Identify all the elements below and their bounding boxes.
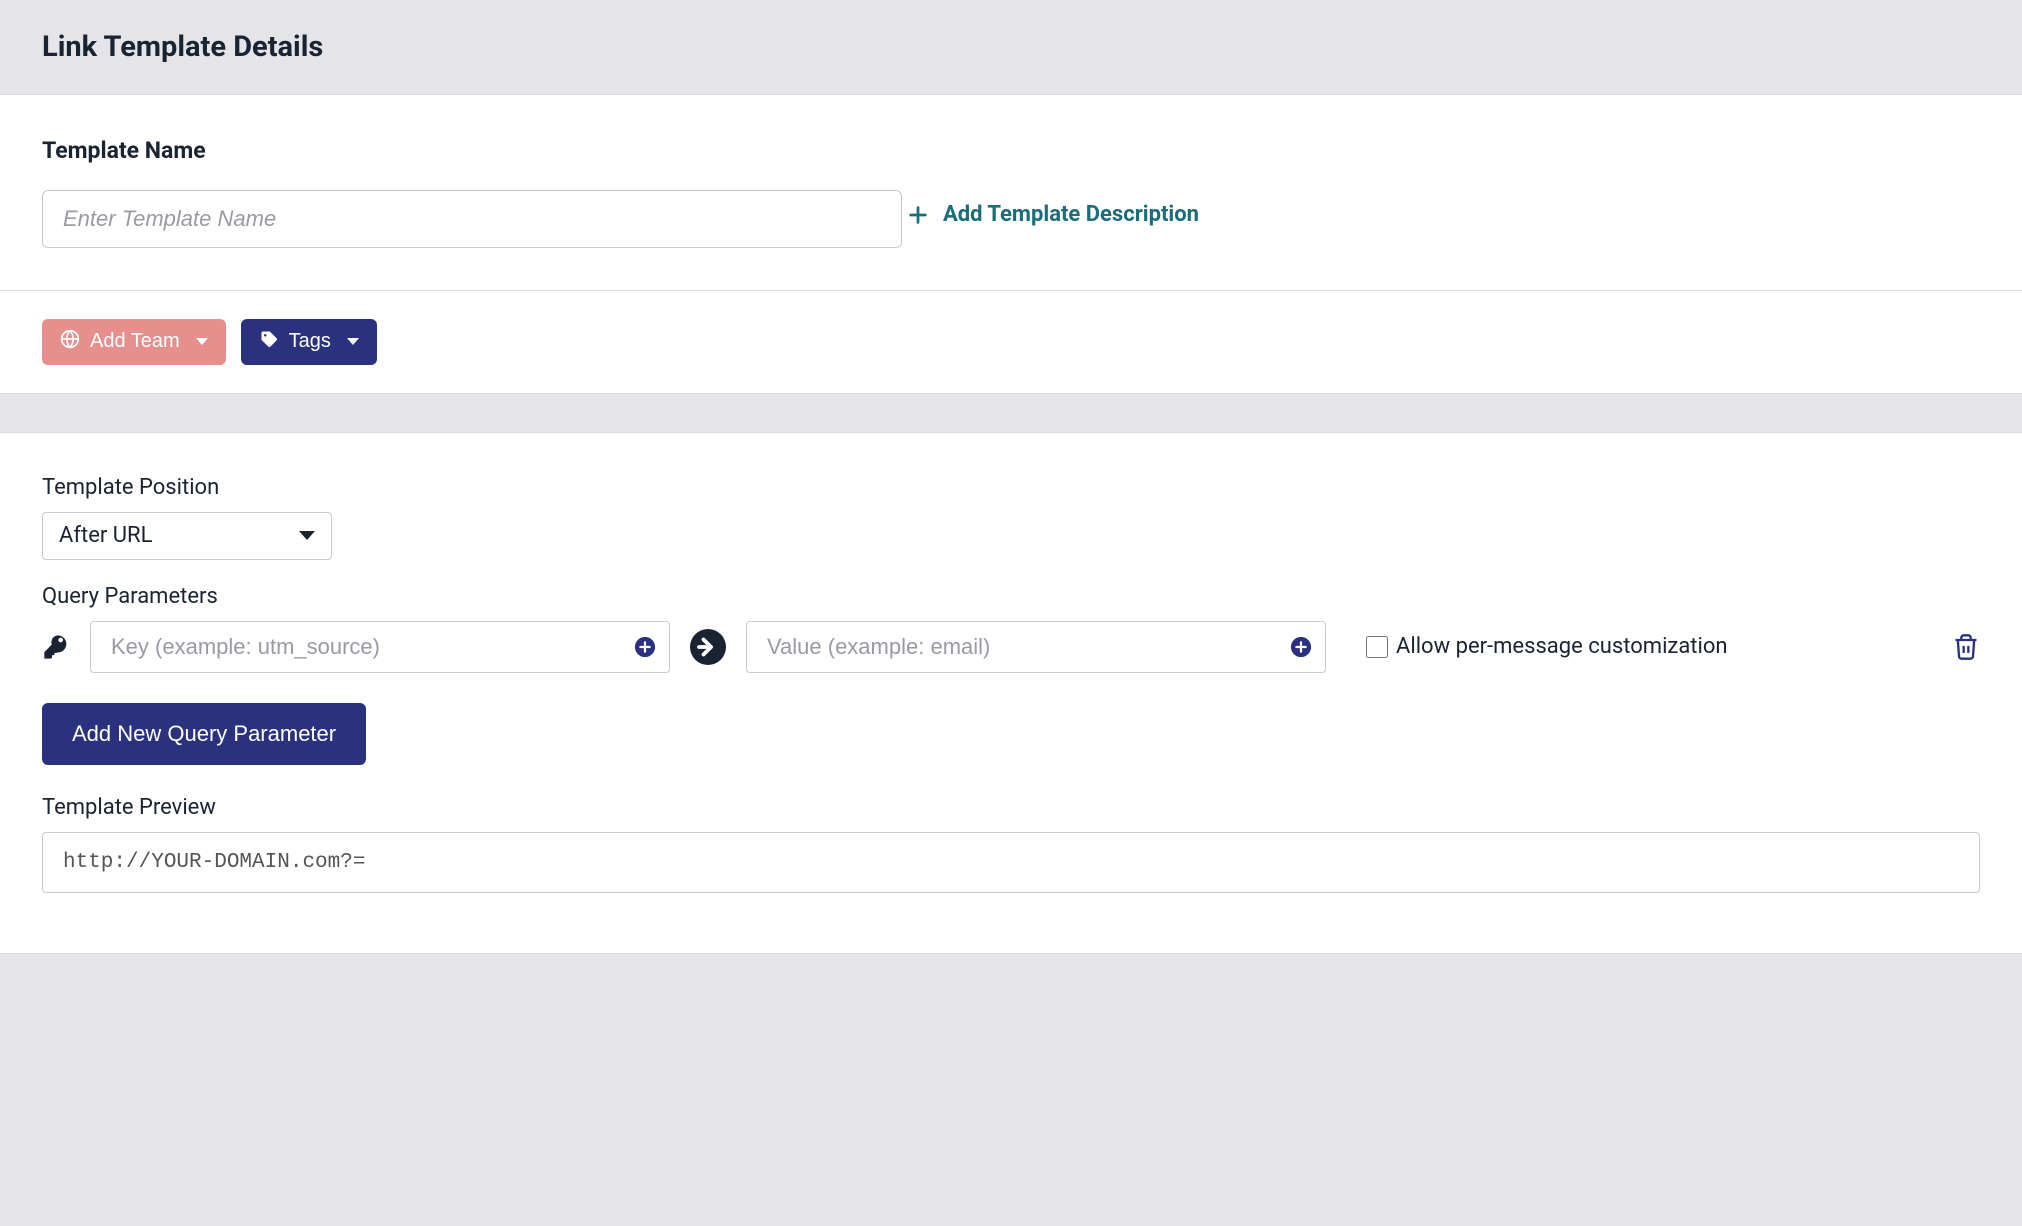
template-name-input[interactable] [42,190,902,248]
template-preview-label: Template Preview [42,795,1980,820]
section-divider [0,394,2022,432]
caret-down-icon [347,338,359,345]
add-description-label: Add Template Description [943,202,1199,227]
caret-down-icon [299,531,315,540]
add-team-button[interactable]: Add Team [42,319,226,365]
template-preview-value: http://YOUR-DOMAIN.com?= [63,851,365,874]
add-new-query-parameter-button[interactable]: Add New Query Parameter [42,703,366,765]
tags-button[interactable]: Tags [241,319,377,365]
add-query-parameter-label: Add New Query Parameter [72,721,336,747]
position-query-section: Template Position After URL Query Parame… [0,432,2022,954]
team-tags-section: Add Team Tags [0,291,2022,394]
page-header: Link Template Details [0,0,2022,94]
plus-circle-icon[interactable] [1290,636,1312,658]
query-parameters-label: Query Parameters [42,584,1980,609]
plus-circle-icon[interactable] [634,636,656,658]
key-icon [42,633,70,661]
allow-customization-checkbox-wrap[interactable]: Allow per-message customization [1366,634,1728,659]
template-preview-box: http://YOUR-DOMAIN.com?= [42,832,1980,893]
template-position-label: Template Position [42,475,1980,500]
add-template-description-button[interactable]: Add Template Description [907,202,1199,227]
tag-icon [259,329,279,355]
template-position-select[interactable]: After URL [42,512,332,560]
query-value-input[interactable] [746,621,1326,673]
tags-label: Tags [289,330,331,353]
allow-customization-checkbox[interactable] [1366,636,1388,658]
template-name-label: Template Name [42,137,1980,164]
globe-icon [60,329,80,355]
trash-icon[interactable] [1952,632,1980,662]
caret-down-icon [196,338,208,345]
plus-icon [907,204,929,226]
arrow-right-circle-icon [690,629,726,665]
template-position-value: After URL [59,523,152,548]
query-key-input[interactable] [90,621,670,673]
allow-customization-label: Allow per-message customization [1396,634,1728,659]
query-key-input-wrap [90,621,670,673]
query-parameter-row: Allow per-message customization [42,621,1980,673]
page-title: Link Template Details [42,30,1980,64]
add-team-label: Add Team [90,330,180,353]
query-value-input-wrap [746,621,1326,673]
template-name-section: Template Name Add Template Description [0,94,2022,291]
